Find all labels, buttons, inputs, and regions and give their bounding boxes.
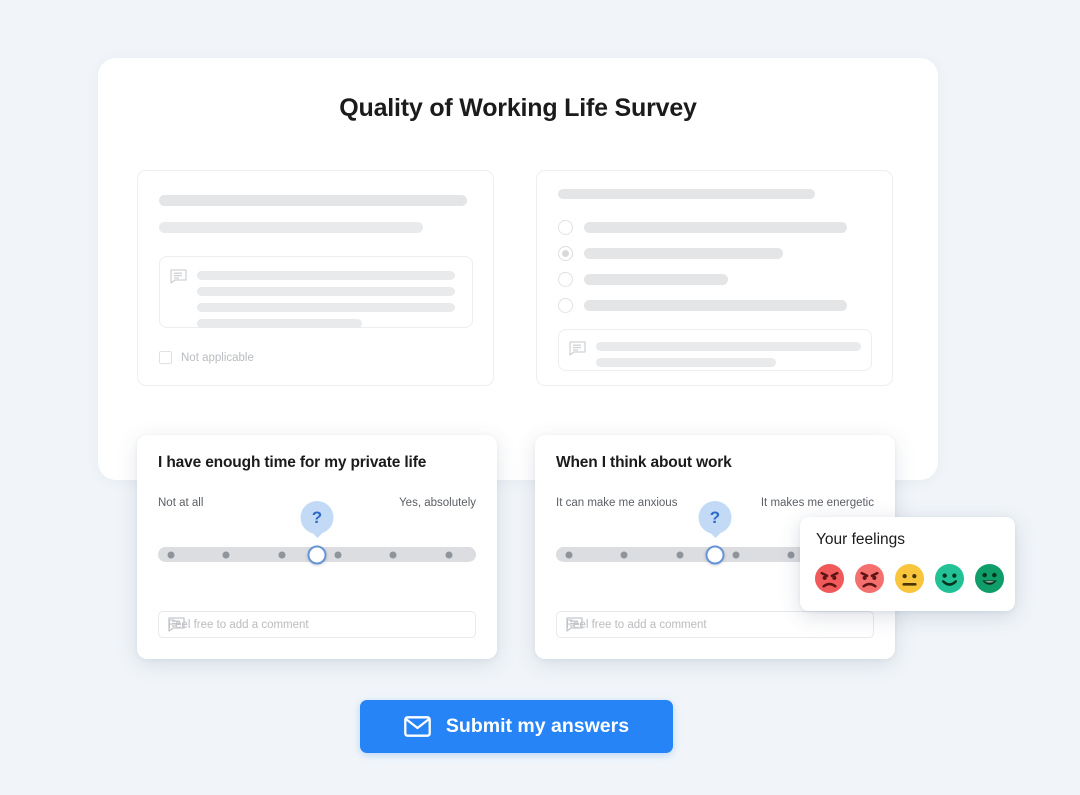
slider-tick[interactable] — [732, 551, 740, 558]
comment-box[interactable] — [558, 329, 872, 371]
slider-tick[interactable] — [334, 551, 342, 558]
slider-tick[interactable] — [676, 551, 684, 558]
comment-placeholder: Feel free to add a comment — [566, 618, 707, 631]
comment-input[interactable]: Feel free to add a comment — [158, 611, 476, 638]
slider-min-label: It can make me anxious — [556, 497, 678, 509]
radio-option-1[interactable] — [558, 220, 573, 235]
slider-max-label: It makes me energetic — [760, 497, 874, 509]
skeleton-bar — [558, 189, 815, 199]
skeleton-bar — [159, 222, 423, 233]
skeleton-bar — [584, 248, 783, 259]
slider-tick[interactable] — [445, 551, 453, 558]
skeleton-bar — [197, 303, 455, 312]
skeleton-bar — [596, 342, 861, 351]
comment-icon — [566, 617, 583, 632]
skeleton-bar — [159, 195, 467, 206]
skeleton-bar — [584, 222, 847, 233]
comment-icon — [569, 341, 586, 356]
not-applicable-label: Not applicable — [181, 351, 254, 364]
skeleton-bar — [197, 287, 455, 296]
feelings-face-list — [814, 563, 1005, 594]
skeleton-bar — [197, 319, 362, 328]
skeleton-bar — [584, 274, 728, 285]
smiling-face-light-green-icon[interactable] — [934, 563, 965, 594]
checkbox-box[interactable] — [159, 351, 172, 364]
radio-option-4[interactable] — [558, 298, 573, 313]
slider-question-card-1: I have enough time for my private life N… — [137, 435, 497, 659]
comment-icon — [168, 617, 185, 632]
question-title: When I think about work — [556, 454, 732, 471]
tooltip-badge[interactable]: ? — [300, 501, 334, 534]
comment-icon — [170, 269, 187, 284]
slider-tick[interactable] — [389, 551, 397, 558]
grinning-face-green-icon[interactable] — [974, 563, 1005, 594]
comment-input[interactable]: Feel free to add a comment — [556, 611, 874, 638]
not-applicable-checkbox[interactable]: Not applicable — [159, 351, 254, 364]
slider-tick[interactable] — [620, 551, 628, 558]
skeleton-card-multiple-choice — [536, 170, 893, 386]
tooltip-badge[interactable]: ? — [698, 501, 732, 534]
slider-thumb[interactable] — [705, 545, 725, 564]
feelings-popup: Your feelings — [800, 517, 1015, 611]
slider-tick[interactable] — [167, 551, 175, 558]
skeleton-bar — [197, 271, 455, 280]
slider-tick[interactable] — [565, 551, 573, 558]
slider-tick[interactable] — [222, 551, 230, 558]
mail-icon — [404, 716, 431, 737]
comment-placeholder: Feel free to add a comment — [168, 618, 309, 631]
submit-button[interactable]: Submit my answers — [360, 700, 673, 753]
radio-option-2[interactable] — [558, 246, 573, 261]
slider-track[interactable] — [158, 545, 476, 564]
survey-screen: Quality of Working Life Survey Not appli… — [0, 0, 1080, 795]
slider-min-label: Not at all — [158, 497, 204, 509]
slider-tick[interactable] — [787, 551, 795, 558]
radio-option-3[interactable] — [558, 272, 573, 287]
page-title: Quality of Working Life Survey — [339, 94, 697, 122]
angry-face-light-red-icon[interactable] — [854, 563, 885, 594]
comment-box[interactable] — [159, 256, 473, 328]
skeleton-bar — [596, 358, 776, 367]
slider-max-label: Yes, absolutely — [399, 497, 476, 509]
skeleton-card-free-text: Not applicable — [137, 170, 494, 386]
neutral-face-yellow-icon[interactable] — [894, 563, 925, 594]
angry-face-red-icon[interactable] — [814, 563, 845, 594]
slider-thumb[interactable] — [307, 545, 327, 564]
slider-tick[interactable] — [278, 551, 286, 558]
question-title: I have enough time for my private life — [158, 454, 427, 471]
skeleton-bar — [584, 300, 847, 311]
submit-label: Submit my answers — [445, 715, 630, 737]
feelings-title: Your feelings — [816, 531, 906, 548]
